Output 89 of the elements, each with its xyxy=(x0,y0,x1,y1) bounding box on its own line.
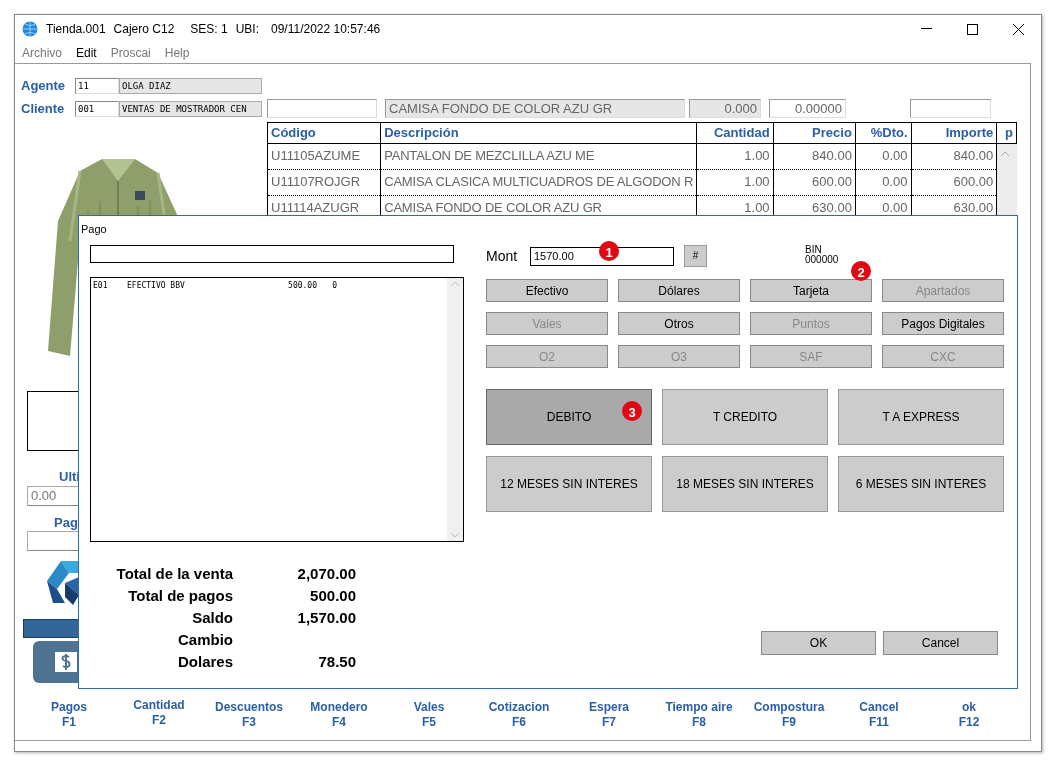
card-type-button[interactable]: 18 MESES SIN INTERES xyxy=(662,456,828,512)
total-label: Cambio xyxy=(177,630,233,650)
table-cell: 600.00 xyxy=(773,169,856,195)
table-cell: 0.00 xyxy=(855,143,912,169)
column-header: p xyxy=(996,122,1017,143)
scroll-up-icon[interactable] xyxy=(1000,151,1011,158)
input-field[interactable] xyxy=(267,99,377,118)
field-label: Mont xyxy=(486,246,519,266)
payment-type-button[interactable]: Otros xyxy=(618,312,740,335)
column-header: Descripción xyxy=(380,122,697,143)
window-title: 09/11/2022 10:57:46 xyxy=(271,21,381,38)
column-header: Importe xyxy=(911,122,997,143)
table-cell: 600.00 xyxy=(911,169,997,195)
menu-item[interactable]: Archivo xyxy=(22,44,62,62)
function-key[interactable]: Cotizacion F6 xyxy=(474,700,564,730)
input-field[interactable] xyxy=(910,99,991,118)
function-key[interactable]: Descuentos F3 xyxy=(204,700,294,730)
total-value: 500.00 xyxy=(309,586,356,606)
column-header: %Dto. xyxy=(855,122,912,143)
table-cell: 1.00 xyxy=(696,169,774,195)
quantity-field: 0.000 xyxy=(689,99,761,118)
price-field[interactable]: 0.00000 xyxy=(769,99,846,118)
name-field: VENTAS DE MOSTRADOR CEN xyxy=(119,100,262,117)
window-title: UBI: xyxy=(235,21,259,38)
dialog-title: Pago xyxy=(80,222,108,236)
function-key[interactable]: Espera F7 xyxy=(564,700,654,730)
table-cell: 0.00 xyxy=(855,169,912,195)
scrollbar[interactable] xyxy=(447,278,463,541)
close-icon[interactable] xyxy=(1012,23,1024,35)
description-field: CAMISA FONDO DE COLOR AZU GR xyxy=(385,99,685,118)
table-cell: 840.00 xyxy=(911,143,997,169)
card-type-button[interactable]: T A EXPRESS xyxy=(838,389,1004,445)
function-key[interactable]: Monedero F4 xyxy=(294,700,384,730)
ok-button[interactable]: OK xyxy=(761,631,876,655)
window-title: SES: 1 xyxy=(190,21,228,38)
card-type-button[interactable]: T CREDITO xyxy=(662,389,828,445)
column-header: Cantidad xyxy=(696,122,774,143)
field-label: Pag xyxy=(54,514,79,530)
menu-item[interactable]: Help xyxy=(164,44,190,62)
total-value: 2,070.00 xyxy=(296,564,356,584)
globe-icon xyxy=(22,21,38,37)
name-field: OLGA DIAZ xyxy=(119,77,262,94)
column-header: Precio xyxy=(773,122,856,143)
field-label: Agente xyxy=(21,76,67,95)
bin-label: BIN xyxy=(805,245,823,255)
table-cell: U11107ROJGR xyxy=(267,169,381,195)
cancel-button[interactable]: Cancel xyxy=(883,631,998,655)
function-key[interactable]: Cancel F11 xyxy=(834,700,924,730)
step-marker: 1 xyxy=(599,241,619,261)
scroll-down-icon[interactable] xyxy=(450,532,460,538)
total-label: Total de la venta xyxy=(115,564,233,584)
table-cell: 1.00 xyxy=(696,143,774,169)
menu-item[interactable]: Proscai xyxy=(110,44,151,62)
payment-type-button[interactable]: Efectivo xyxy=(486,279,608,302)
code-field[interactable]: 001 xyxy=(75,100,119,117)
menu-item[interactable]: Edit xyxy=(76,44,97,62)
input-field[interactable] xyxy=(90,245,454,263)
card-type-button[interactable]: 12 MESES SIN INTERES xyxy=(486,456,652,512)
payment-type-button[interactable]: Tarjeta xyxy=(750,279,872,302)
payment-type-button[interactable]: Dólares xyxy=(618,279,740,302)
maximize-icon[interactable] xyxy=(966,23,978,35)
function-key[interactable]: Pagos F1 xyxy=(24,700,114,730)
total-value: 78.50 xyxy=(317,652,356,672)
bin-value: 000000 xyxy=(805,255,839,265)
function-key[interactable]: ok F12 xyxy=(924,700,1014,730)
field-label: Cliente xyxy=(21,99,66,118)
window-title: Cajero C12 xyxy=(113,21,175,38)
total-value: 1,570.00 xyxy=(296,608,356,628)
scroll-up-icon[interactable] xyxy=(450,281,460,287)
function-key[interactable]: Vales F5 xyxy=(384,700,474,730)
function-key[interactable]: Cantidad F2 xyxy=(114,698,204,730)
table-cell: CAMISA CLASICA MULTICUADROS DE ALGODON R xyxy=(380,169,697,195)
table-cell: PANTALON DE MEZCLILLA AZU ME xyxy=(380,143,697,169)
list-row[interactable]: E01 EFECTIVO BBV 500.00 0 xyxy=(93,280,447,292)
column-header: Código xyxy=(267,122,381,143)
function-key[interactable]: Compostura F9 xyxy=(744,700,834,730)
function-key[interactable]: Tiempo aire F8 xyxy=(654,700,744,730)
step-marker: 2 xyxy=(851,261,871,281)
total-label: Saldo xyxy=(191,608,233,628)
hash-button[interactable]: # xyxy=(684,245,707,267)
table-cell: U11105AZUME xyxy=(267,143,381,169)
minimize-icon[interactable] xyxy=(920,28,932,30)
total-label: Total de pagos xyxy=(127,586,233,606)
window-title: Tienda.001 xyxy=(46,21,106,38)
payment-type-button[interactable]: Pagos Digitales xyxy=(882,312,1004,335)
card-type-button[interactable]: 6 MESES SIN INTERES xyxy=(838,456,1004,512)
total-label: Dolares xyxy=(176,652,233,672)
code-field[interactable]: 11 xyxy=(75,77,119,94)
table-cell: 840.00 xyxy=(773,143,856,169)
